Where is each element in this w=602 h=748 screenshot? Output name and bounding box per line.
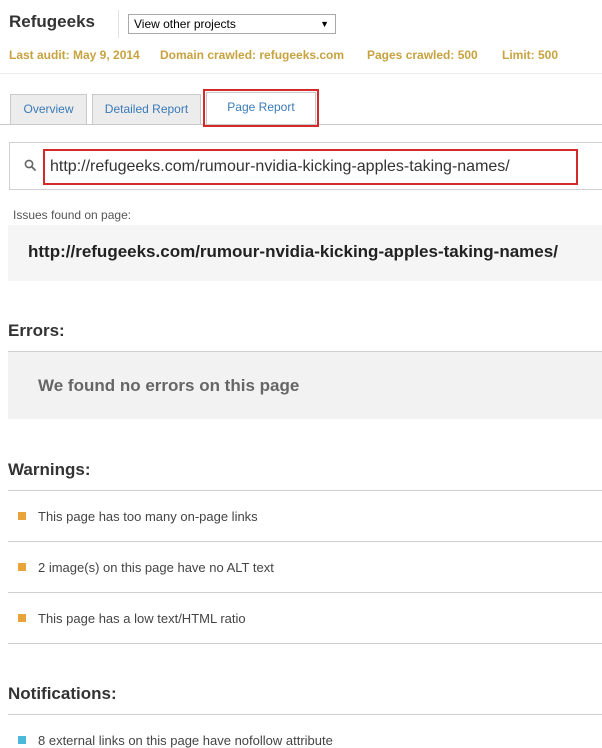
project-select[interactable]: View other projects ▼ xyxy=(128,14,336,34)
errors-title: Errors: xyxy=(8,321,65,340)
project-name: Refugeeks xyxy=(9,12,95,31)
header-rule xyxy=(0,73,602,74)
notifications-rule xyxy=(8,714,602,715)
dropdown-arrow-icon: ▼ xyxy=(320,19,329,29)
page-url: http://refugeeks.com/rumour-nvidia-kicki… xyxy=(28,242,558,261)
project-select-value: View other projects xyxy=(134,17,236,31)
warning-rule xyxy=(8,592,602,593)
header-divider xyxy=(118,10,119,38)
issues-label: Issues found on page: xyxy=(13,208,132,222)
warning-item: This page has a low text/HTML ratio xyxy=(38,611,246,626)
warnings-title: Warnings: xyxy=(8,460,91,479)
domain-crawled: Domain crawled: refugeeks.com xyxy=(160,48,345,62)
warning-bullet-icon xyxy=(18,512,26,520)
tab-overview[interactable]: Overview xyxy=(10,94,87,124)
notification-bullet-icon xyxy=(18,736,26,744)
project-header: Refugeeks View other projects ▼ Last aud… xyxy=(0,0,602,74)
notifications-title: Notifications: xyxy=(8,684,117,703)
errors-message: We found no errors on this page xyxy=(38,376,300,395)
crawl-limit: Limit: 500 xyxy=(502,48,559,62)
warning-rule xyxy=(8,541,602,542)
warning-bullet-icon xyxy=(18,614,26,622)
warning-item: 2 image(s) on this page have no ALT text xyxy=(38,560,274,575)
warning-bullet-icon xyxy=(18,563,26,571)
tab-detailed-report[interactable]: Detailed Report xyxy=(92,94,201,124)
notification-item: 8 external links on this page have nofol… xyxy=(38,733,333,748)
warnings-rule xyxy=(8,490,602,491)
pages-crawled: Pages crawled: 500 xyxy=(367,48,478,62)
last-audit: Last audit: May 9, 2014 xyxy=(9,48,140,62)
tab-detailed-report-label: Detailed Report xyxy=(104,102,189,116)
warning-rule xyxy=(8,643,602,644)
warning-item: This page has too many on-page links xyxy=(38,509,258,524)
search-icon xyxy=(24,159,36,171)
tab-highlight-box xyxy=(203,89,319,127)
tab-overview-label: Overview xyxy=(23,102,74,116)
page-url-input[interactable] xyxy=(43,149,578,185)
